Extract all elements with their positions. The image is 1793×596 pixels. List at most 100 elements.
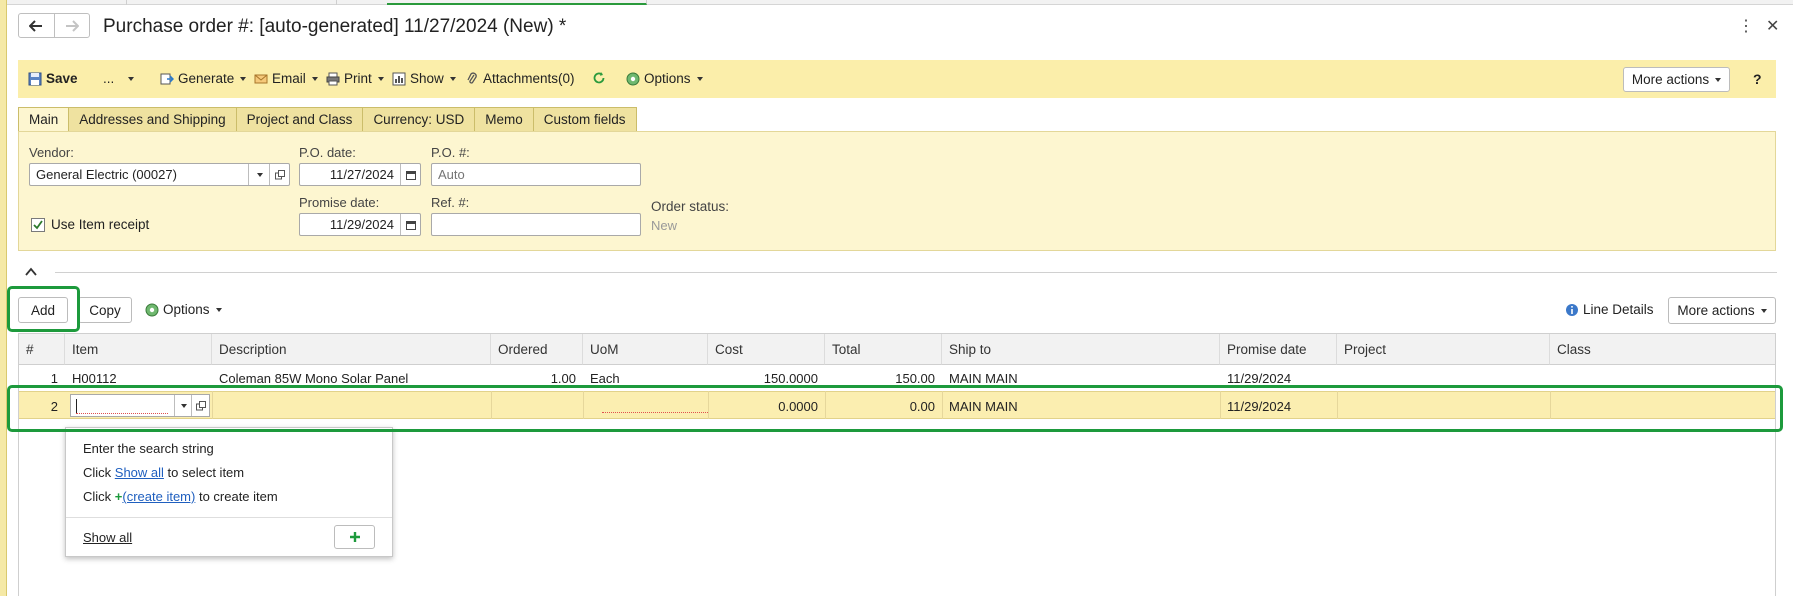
vendor-value: General Electric (00027) [36,167,177,182]
chevron-down-icon [128,76,135,81]
page-title: Purchase order #: [auto-generated] 11/27… [103,16,567,37]
order-status-label: Order status: [651,199,730,214]
po-number-input[interactable] [431,163,641,186]
report-icon [392,72,406,85]
vendor-field[interactable]: General Electric (00027) [29,163,290,186]
main-toolbar: Save ... Generate Email Print Show Attac… [18,60,1776,98]
ref-label: Ref. #: [431,195,470,210]
arrow-left-icon [29,19,43,32]
line-details-button[interactable]: Line Details [1565,302,1654,317]
show-label: Show [410,71,444,86]
more-commands-button[interactable]: ... [103,71,135,86]
column-header-ordered[interactable]: Ordered [491,334,583,365]
column-header-class[interactable]: Class [1550,334,1775,365]
tab-project-and-class[interactable]: Project and Class [236,107,364,132]
column-header-item[interactable]: Item [65,334,212,365]
po-date-field[interactable]: 11/27/2024 [299,163,421,186]
po-date-calendar-button[interactable] [400,164,420,185]
tab-currency[interactable]: Currency: USD [363,107,476,132]
promise-date-calendar-button[interactable] [400,214,420,235]
promise-date-label: Promise date: [299,195,380,210]
po-number-label: P.O. #: [431,145,470,160]
row-cost: 150.0000 [763,371,818,386]
top-tab-active[interactable] [387,0,647,5]
promise-date-value: 11/29/2024 [329,217,394,232]
row-uom: Each [590,371,620,386]
print-label: Print [344,71,372,86]
back-button[interactable] [19,14,54,37]
line-details-label: Line Details [1583,302,1654,317]
attachments-button[interactable]: Attachments(0) [465,71,575,86]
attachments-label: Attachments(0) [483,71,575,86]
forward-button[interactable] [53,14,90,37]
popup-divider [66,517,392,518]
popup-show-all-link[interactable]: Show all [83,530,132,545]
grid-more-actions-label: More actions [1677,303,1755,318]
kebab-menu-icon[interactable]: ⋮ [1738,16,1754,36]
ref-input[interactable] [431,213,641,236]
chevron-down-icon [449,76,456,81]
create-item-button[interactable] [334,525,375,549]
generate-button[interactable]: Generate [160,71,247,86]
info-icon [1566,303,1578,316]
popup-text: Click [83,489,115,504]
chevron-down-icon [240,76,247,81]
refresh-button[interactable] [592,71,606,85]
chevron-down-icon [1715,77,1722,82]
use-item-receipt-label[interactable]: Use Item receipt [51,217,149,232]
grid-options-label: Options [163,302,210,317]
calendar-icon [405,170,416,180]
column-header-uom[interactable]: UoM [583,334,708,365]
save-button[interactable]: Save [28,71,78,86]
history-nav [18,13,90,38]
gear-icon [626,72,640,85]
help-button[interactable]: ? [1753,71,1762,87]
column-header-description[interactable]: Description [212,334,491,365]
grid-options-button[interactable]: Options [145,302,222,317]
chevron-down-icon [215,307,222,312]
column-header-ship-to[interactable]: Ship to [942,334,1220,365]
generate-label: Generate [178,71,235,86]
top-tab[interactable] [7,0,127,5]
create-item-link[interactable]: (create item) [122,489,195,504]
show-all-link[interactable]: Show all [115,465,164,480]
column-header-number[interactable]: # [19,334,65,365]
vendor-open-button[interactable] [269,164,289,185]
left-edge-strip [0,0,7,596]
top-tab[interactable] [127,0,337,5]
chevron-down-icon [377,76,384,81]
section-divider [55,272,1777,273]
print-button[interactable]: Print [326,71,384,86]
top-tab-bar [7,0,1793,5]
gear-icon [145,303,159,316]
column-header-promise-date[interactable]: Promise date [1220,334,1337,365]
open-window-icon [274,169,285,179]
chevron-up-icon[interactable] [25,266,37,278]
email-button[interactable]: Email [254,71,318,86]
tab-custom-fields[interactable]: Custom fields [533,107,637,132]
more-commands-label: ... [103,71,115,86]
promise-date-field[interactable]: 11/29/2024 [299,213,421,236]
more-actions-button[interactable]: More actions [1623,67,1730,92]
close-icon[interactable]: ✕ [1766,16,1779,36]
column-header-cost[interactable]: Cost [708,334,825,365]
po-date-label: P.O. date: [299,145,356,160]
generate-icon [160,73,174,84]
vendor-dropdown-button[interactable] [248,164,268,185]
tab-addresses-and-shipping[interactable]: Addresses and Shipping [69,107,237,132]
popup-create-hint: Click +(create item) to create item [83,489,278,504]
show-button[interactable]: Show [392,71,456,86]
calendar-icon [405,220,416,230]
use-item-receipt-checkbox[interactable] [31,218,45,232]
copy-button[interactable]: Copy [78,297,132,323]
tab-main[interactable]: Main [18,107,70,132]
grid-more-actions-button[interactable]: More actions [1668,297,1776,324]
main-form-panel: Vendor: General Electric (00027) P.O. da… [18,131,1776,251]
tab-memo[interactable]: Memo [475,107,534,132]
options-button[interactable]: Options [626,71,703,86]
envelope-icon [254,74,268,83]
column-header-total[interactable]: Total [825,334,942,365]
column-header-project[interactable]: Project [1337,334,1550,365]
checkmark-icon [33,220,43,230]
po-date-value: 11/27/2024 [329,167,394,182]
